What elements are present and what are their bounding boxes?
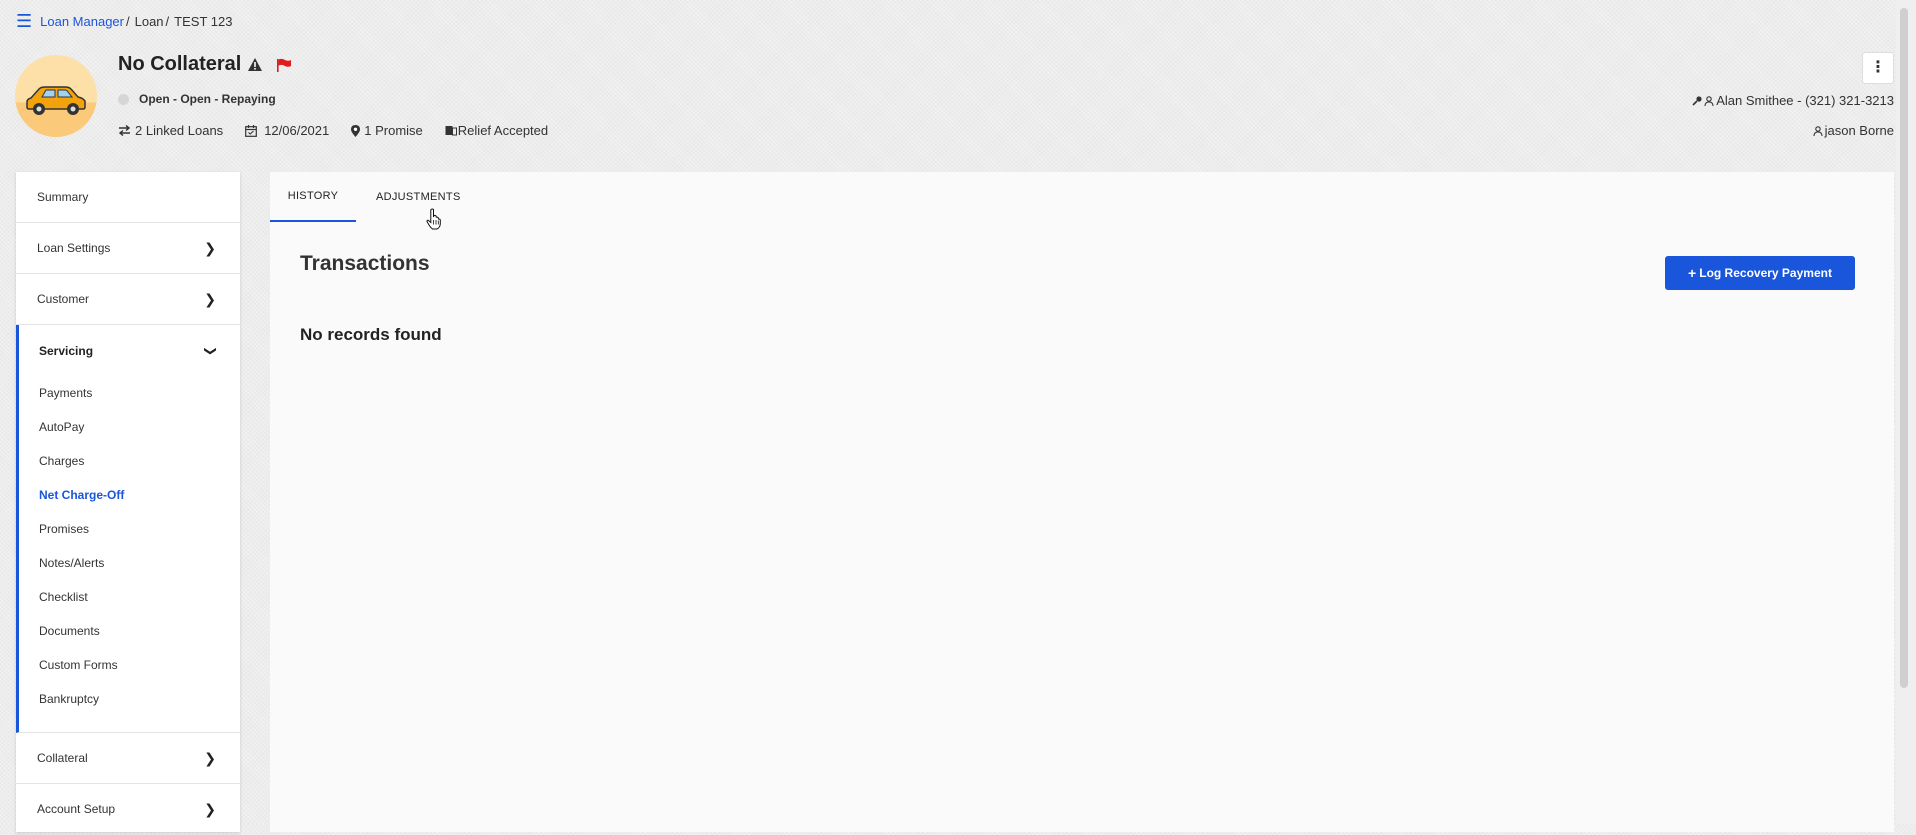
- sidebar-item-customer[interactable]: Customer ❯: [16, 274, 240, 325]
- map-pin-icon: [351, 124, 361, 137]
- linked-loans[interactable]: 2 Linked Loans: [118, 123, 223, 138]
- key-icon: [1692, 95, 1702, 106]
- sidebar-item-collateral[interactable]: Collateral ❯: [16, 733, 240, 784]
- sidebar-item-loan-settings[interactable]: Loan Settings ❯: [16, 223, 240, 274]
- page-title: No Collateral: [118, 53, 242, 75]
- breadcrumb-separator: /: [125, 13, 130, 29]
- linked-loans-label: 2 Linked Loans: [135, 123, 224, 138]
- status-row: Open - Open - Repaying: [118, 92, 276, 106]
- flag-icon[interactable]: [276, 58, 292, 72]
- relief-icon: [445, 126, 457, 136]
- sidebar-item-label: Servicing: [39, 343, 94, 358]
- customer-contact[interactable]: Alan Smithee - (321) 321-3213: [1692, 93, 1894, 108]
- tab-bar: HISTORY ADJUSTMENTS: [270, 172, 481, 222]
- main-panel: HISTORY ADJUSTMENTS Transactions + Log R…: [270, 172, 1894, 832]
- sidebar-item-servicing[interactable]: Servicing ❯: [19, 325, 240, 376]
- breadcrumb: ☰ Loan Manager / Loan / TEST 123: [16, 12, 232, 30]
- sidebar-subitem-net-charge-off[interactable]: Net Charge-Off: [19, 478, 240, 512]
- loan-title-row: No Collateral: [118, 53, 292, 76]
- sidebar-item-label: Collateral: [37, 751, 88, 765]
- chevron-right-icon: ❯: [204, 800, 216, 817]
- chevron-right-icon: ❯: [204, 290, 216, 307]
- chevron-down-icon: ❯: [203, 345, 218, 356]
- sidebar-subitem-promises[interactable]: Promises: [19, 512, 240, 546]
- status-dot-icon: [118, 93, 129, 105]
- kebab-icon: ⋮: [1870, 59, 1886, 76]
- loan-date-value: 12/06/2021: [264, 123, 330, 138]
- sidebar-item-label: Customer: [37, 292, 90, 306]
- page-scrollbar[interactable]: [1896, 0, 1916, 824]
- user-icon: [1704, 95, 1714, 106]
- breadcrumb-separator: /: [165, 13, 170, 29]
- promise-count[interactable]: 1 Promise: [351, 123, 423, 138]
- assigned-agent[interactable]: jason Borne: [1813, 123, 1894, 138]
- tab-history[interactable]: HISTORY: [270, 172, 356, 222]
- relief-label: Relief Accepted: [457, 123, 549, 138]
- sidebar-item-label: Account Setup: [37, 802, 116, 816]
- car-icon: [26, 86, 86, 115]
- sidebar-item-label: Loan Settings: [37, 241, 111, 255]
- breadcrumb-loan[interactable]: Loan: [135, 14, 164, 29]
- sidebar-item-account-setup[interactable]: Account Setup ❯: [16, 784, 240, 835]
- sidebar: Summary Loan Settings ❯ Customer ❯ Servi…: [16, 172, 240, 835]
- sidebar-subitem-notes-alerts[interactable]: Notes/Alerts: [19, 546, 240, 580]
- sidebar-subitem-documents[interactable]: Documents: [19, 614, 240, 648]
- log-recovery-payment-button[interactable]: + Log Recovery Payment: [1665, 256, 1855, 290]
- sidebar-subitem-payments[interactable]: Payments: [19, 376, 240, 410]
- sidebar-subitem-bankruptcy[interactable]: Bankruptcy: [19, 682, 240, 716]
- sidebar-subitem-charges[interactable]: Charges: [19, 444, 240, 478]
- loan-status: Open - Open - Repaying: [139, 92, 276, 106]
- menu-icon[interactable]: ☰: [16, 12, 32, 30]
- breadcrumb-current: TEST 123: [174, 13, 233, 29]
- sidebar-subitem-autopay[interactable]: AutoPay: [19, 410, 240, 444]
- hand-cursor-icon: [426, 208, 441, 230]
- breadcrumb-loan-manager[interactable]: Loan Manager: [40, 14, 124, 29]
- warning-icon: [248, 58, 263, 71]
- sidebar-item-summary[interactable]: Summary: [16, 172, 240, 223]
- sidebar-subitem-custom-forms[interactable]: Custom Forms: [19, 648, 240, 682]
- relief-status[interactable]: Relief Accepted: [445, 123, 548, 138]
- promise-label: 1 Promise: [364, 123, 423, 138]
- scrollbar-thumb[interactable]: [1900, 8, 1908, 688]
- user-icon: [1813, 125, 1823, 136]
- contact-label: Alan Smithee - (321) 321-3213: [1716, 93, 1894, 108]
- log-recovery-payment-label: Log Recovery Payment: [1699, 266, 1832, 280]
- avatar: [15, 55, 97, 137]
- more-options-button[interactable]: ⋮: [1862, 52, 1894, 84]
- sidebar-group-servicing: Servicing ❯ Payments AutoPay Charges Net…: [16, 325, 240, 733]
- agent-label: jason Borne: [1824, 123, 1894, 138]
- section-title: Transactions: [300, 252, 430, 275]
- sidebar-item-label: Summary: [37, 190, 89, 204]
- empty-state-message: No records found: [300, 325, 442, 344]
- sidebar-subitem-checklist[interactable]: Checklist: [19, 580, 240, 614]
- tab-adjustments[interactable]: ADJUSTMENTS: [356, 172, 481, 222]
- loan-date: 12/06/2021: [245, 123, 329, 138]
- chevron-right-icon: ❯: [204, 749, 216, 766]
- chevron-right-icon: ❯: [204, 239, 216, 256]
- calendar-icon: [245, 124, 258, 137]
- loan-meta-row: 2 Linked Loans 12/06/2021 1 Promise Reli…: [118, 123, 570, 138]
- plus-icon: +: [1688, 265, 1697, 281]
- swap-icon: [118, 125, 131, 136]
